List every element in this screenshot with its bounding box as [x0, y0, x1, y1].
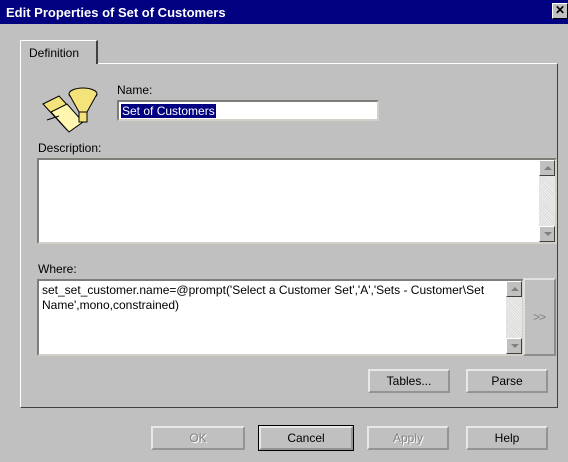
description-label-text: Description:: [38, 141, 102, 155]
name-input-value: Set of Customers: [121, 104, 216, 118]
scroll-up-icon: [511, 287, 519, 291]
where-textarea[interactable]: set_set_customer.name=@prompt('Select a …: [37, 279, 524, 356]
scroll-down-button[interactable]: [539, 226, 555, 242]
scroll-down-icon: [511, 344, 519, 348]
where-line-2: Name',mono,constrained): [42, 298, 180, 312]
name-input[interactable]: Set of Customers: [117, 100, 379, 121]
where-scroll-down-button[interactable]: [506, 338, 522, 354]
where-scrollbar[interactable]: [506, 281, 522, 354]
scroll-up-icon: [544, 166, 552, 170]
close-button[interactable]: ✕: [552, 3, 568, 19]
scroll-down-icon: [544, 232, 552, 236]
apply-button[interactable]: Apply: [367, 426, 449, 450]
window-title: Edit Properties of Set of Customers: [6, 5, 226, 20]
ok-button[interactable]: OK: [151, 426, 245, 450]
where-label-text: Where:: [38, 262, 77, 276]
description-label: Description:: [38, 141, 101, 155]
description-scrollbar[interactable]: [539, 160, 555, 242]
name-label: Name:: [117, 83, 152, 97]
where-scroll-up-button[interactable]: [506, 281, 522, 297]
parse-button[interactable]: Parse: [466, 369, 548, 393]
where-label: Where:: [38, 262, 77, 276]
tab-definition-label: Definition: [29, 46, 80, 60]
help-button[interactable]: Help: [466, 426, 548, 450]
description-textarea[interactable]: [37, 158, 557, 244]
name-label-text: Name:: [117, 83, 153, 97]
tab-definition[interactable]: Definition: [20, 40, 98, 64]
set-customers-icon: [42, 87, 98, 133]
where-text: set_set_customer.name=@prompt('Select a …: [42, 283, 502, 313]
expand-icon: >>: [533, 310, 546, 324]
where-line-1: set_set_customer.name=@prompt('Select a …: [42, 283, 485, 297]
scroll-up-button[interactable]: [539, 160, 555, 176]
tables-button[interactable]: Tables...: [368, 369, 450, 393]
cancel-button[interactable]: Cancel: [258, 425, 354, 451]
expand-button[interactable]: >>: [523, 278, 556, 356]
title-bar[interactable]: Edit Properties of Set of Customers ✕: [0, 0, 568, 24]
